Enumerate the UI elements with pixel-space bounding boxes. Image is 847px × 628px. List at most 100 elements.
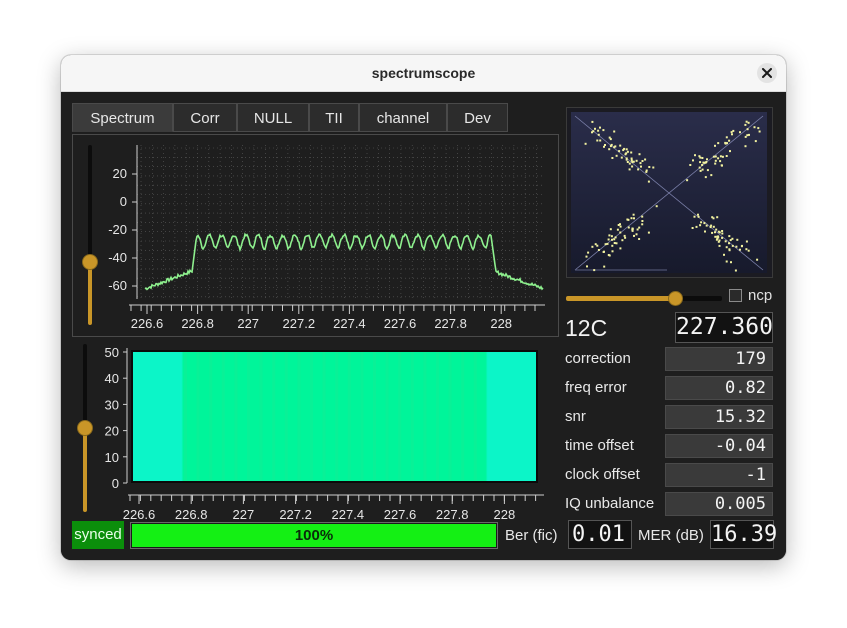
constellation-point — [706, 169, 709, 172]
constellation-point — [726, 142, 728, 145]
constellation-point — [717, 157, 720, 160]
tab-spectrum[interactable]: Spectrum — [72, 103, 173, 132]
ber-display: 0.01 — [568, 520, 632, 549]
constellation-point — [706, 158, 708, 161]
constellation-point — [604, 144, 606, 146]
tab-channel[interactable]: channel — [359, 103, 447, 132]
constellation-point — [641, 220, 644, 222]
constellation-point — [624, 153, 627, 156]
titlebar: spectrumscope — [61, 55, 786, 92]
constellation-point — [709, 226, 712, 229]
constellation-point — [714, 155, 717, 158]
fic-quality-bar: 100% — [130, 522, 498, 549]
constellation-point — [596, 244, 599, 247]
constellation-point — [701, 164, 704, 166]
constellation-point — [714, 144, 716, 147]
tab-null[interactable]: NULL — [237, 103, 309, 132]
stat-label-clock-offset: clock offset — [565, 466, 640, 483]
constellation-point — [628, 162, 631, 165]
tab-dev[interactable]: Dev — [447, 103, 508, 132]
constellation-point — [619, 247, 622, 250]
tab-tii[interactable]: TII — [309, 103, 359, 132]
constellation-point — [717, 142, 720, 145]
constellation-point — [728, 248, 731, 251]
constellation-point — [611, 244, 614, 247]
constellation-point — [689, 164, 692, 166]
waterfall-stripe — [184, 352, 187, 481]
constellation-point — [711, 231, 714, 234]
constellation-point — [728, 242, 730, 245]
ncp-checkbox[interactable] — [729, 289, 742, 302]
spectrum-plot: 20 0 -20 -40 -60 226.6 226.8 227 227.2 227.4 227.… — [108, 145, 545, 331]
constellation-point — [597, 249, 600, 251]
waterfall-stripe — [360, 352, 364, 481]
constellation-point — [597, 129, 600, 132]
constellation-point — [747, 121, 750, 124]
constellation-scale-slider[interactable] — [566, 291, 722, 306]
waterfall-stripe — [322, 352, 326, 481]
constellation-point — [609, 138, 612, 141]
constellation-point — [591, 120, 594, 123]
constellation-point — [725, 155, 728, 157]
constellation-point — [745, 248, 748, 251]
constellation-point — [691, 227, 694, 229]
constellation-point — [603, 265, 606, 268]
constellation-point — [624, 236, 627, 239]
waterfall-stripe — [247, 352, 250, 481]
constellation-point — [627, 226, 630, 229]
constellation-point — [613, 238, 616, 241]
waterfall-stripe — [398, 352, 402, 481]
waterfall-x-axis: 226.6 226.8 227 227.2 227.4 227.6 227.8 228 — [123, 494, 544, 522]
y-tick-label: 10 — [105, 450, 119, 465]
x-tick-label: 227 — [237, 316, 259, 331]
constellation-point — [611, 157, 614, 159]
constellation-point — [636, 228, 639, 231]
close-button[interactable] — [757, 63, 777, 83]
constellation-point — [721, 236, 724, 239]
constellation-point — [607, 254, 610, 256]
constellation-point — [615, 154, 618, 157]
constellation-point — [712, 217, 715, 220]
constellation-point — [757, 127, 760, 130]
constellation-point — [739, 248, 741, 251]
constellation-point — [686, 179, 689, 182]
y-tick-label: 20 — [113, 166, 127, 181]
constellation-point — [632, 213, 635, 216]
constellation-point — [758, 130, 761, 133]
constellation-point — [735, 245, 738, 248]
constellation-point — [731, 237, 734, 240]
constellation-point — [613, 130, 616, 133]
x-tick-label: 227.4 — [332, 507, 365, 522]
constellation-point — [703, 222, 706, 225]
constellation-point — [730, 261, 732, 264]
constellation-point — [640, 165, 642, 168]
constellation-point — [609, 228, 612, 231]
hslider-handle[interactable] — [668, 291, 684, 306]
ber-label: Ber (fic) — [505, 527, 558, 544]
constellation-point — [608, 234, 611, 237]
constellation-point — [712, 155, 715, 158]
y-tick-label: -40 — [108, 250, 127, 265]
constellation-point — [631, 165, 634, 168]
constellation-point — [699, 224, 702, 227]
tab-corr[interactable]: Corr — [173, 103, 237, 132]
constellation-point — [721, 230, 724, 232]
x-tick-label: 227.8 — [434, 316, 467, 331]
waterfall-stripe — [436, 352, 439, 481]
x-tick-label: 228 — [490, 316, 512, 331]
mer-display: 16.39 — [710, 520, 778, 549]
constellation-point — [693, 215, 696, 218]
x-tick-label: 228 — [494, 507, 516, 522]
waterfall-stripe — [335, 352, 339, 481]
constellation-point — [729, 150, 731, 153]
constellation-point — [630, 151, 633, 154]
constellation-point — [625, 148, 628, 151]
close-icon — [762, 68, 772, 78]
constellation-point — [611, 238, 613, 241]
waterfall-plot: 50 40 30 20 10 0 226.6 226.8 227 227.2 227.4 227.6… — [105, 345, 544, 522]
content-area: Spectrum Corr NULL TII channel Dev 20 0 -2… — [61, 92, 786, 560]
y-tick-label: 20 — [105, 424, 119, 439]
constellation-point — [717, 230, 720, 233]
constellation-point — [718, 239, 721, 242]
waterfall-stripe — [196, 352, 200, 481]
